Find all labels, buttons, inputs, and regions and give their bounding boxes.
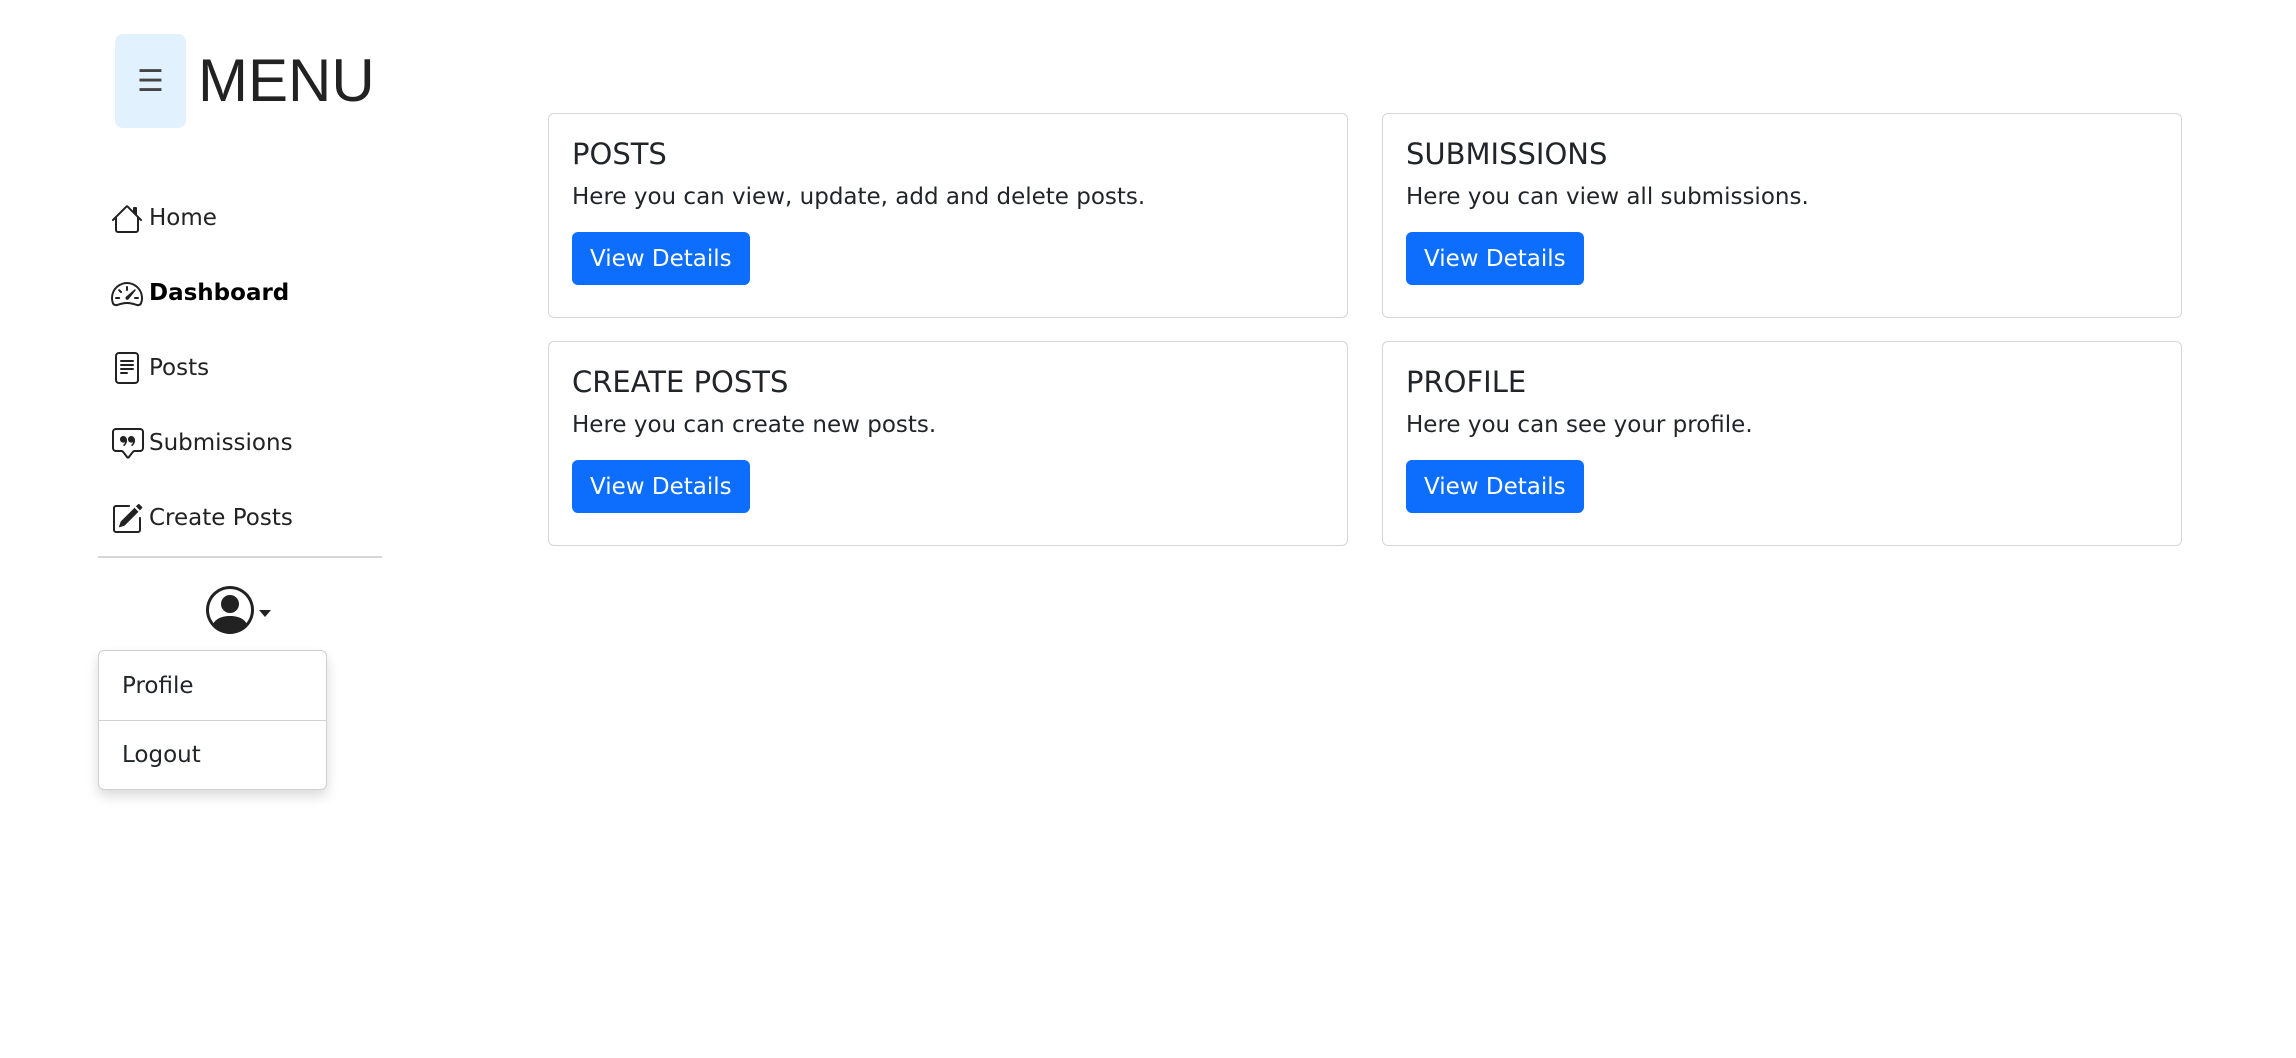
hamburger-icon: ☰ bbox=[137, 63, 164, 99]
menu-header: ☰ MENU bbox=[115, 34, 375, 128]
sidebar-item-submissions[interactable]: Submissions bbox=[111, 405, 381, 480]
card-profile: PROFILE Here you can see your profile. V… bbox=[1382, 341, 2182, 546]
person-circle-icon bbox=[206, 586, 254, 638]
speedometer-icon bbox=[111, 276, 145, 310]
card-title: PROFILE bbox=[1406, 365, 1527, 399]
sidebar-item-home[interactable]: Home bbox=[111, 180, 381, 255]
pencil-square-icon bbox=[111, 501, 145, 535]
create-posts-view-details-button[interactable]: View Details bbox=[572, 460, 750, 513]
sidebar-item-label: Create Posts bbox=[149, 504, 293, 531]
card-title: CREATE POSTS bbox=[572, 365, 789, 399]
posts-view-details-button[interactable]: View Details bbox=[572, 232, 750, 285]
menu-title: MENU bbox=[198, 47, 375, 114]
card-text: Here you can view, update, add and delet… bbox=[572, 184, 1146, 210]
submissions-view-details-button[interactable]: View Details bbox=[1406, 232, 1584, 285]
card-text: Here you can view all submissions. bbox=[1406, 184, 1809, 210]
sidebar-item-create-posts[interactable]: Create Posts bbox=[111, 480, 381, 555]
menu-toggle-button[interactable]: ☰ bbox=[115, 34, 186, 128]
card-posts: POSTS Here you can view, update, add and… bbox=[548, 113, 1348, 318]
card-text: Here you can create new posts. bbox=[572, 412, 937, 438]
sidebar-nav: Home Dashboard Posts Submissions Create … bbox=[111, 180, 381, 555]
card-create-posts: CREATE POSTS Here you can create new pos… bbox=[548, 341, 1348, 546]
file-text-icon bbox=[111, 351, 145, 385]
caret-down-icon bbox=[258, 603, 272, 622]
house-icon bbox=[111, 201, 145, 235]
sidebar-item-label: Dashboard bbox=[149, 279, 290, 306]
sidebar-item-label: Home bbox=[149, 204, 217, 231]
dropdown-item-profile[interactable]: Profile bbox=[99, 651, 326, 720]
sidebar-divider bbox=[98, 556, 382, 558]
chat-quote-icon bbox=[111, 426, 145, 460]
sidebar-item-label: Submissions bbox=[149, 429, 293, 456]
dropdown-item-logout[interactable]: Logout bbox=[99, 720, 326, 789]
user-menu-toggle[interactable] bbox=[206, 586, 272, 638]
sidebar-item-posts[interactable]: Posts bbox=[111, 330, 381, 405]
sidebar-item-dashboard[interactable]: Dashboard bbox=[111, 255, 381, 330]
card-title: POSTS bbox=[572, 137, 667, 171]
card-title: SUBMISSIONS bbox=[1406, 137, 1608, 171]
profile-view-details-button[interactable]: View Details bbox=[1406, 460, 1584, 513]
card-submissions: SUBMISSIONS Here you can view all submis… bbox=[1382, 113, 2182, 318]
card-text: Here you can see your profile. bbox=[1406, 412, 1753, 438]
sidebar-item-label: Posts bbox=[149, 354, 210, 381]
user-dropdown-menu: Profile Logout bbox=[98, 650, 327, 790]
